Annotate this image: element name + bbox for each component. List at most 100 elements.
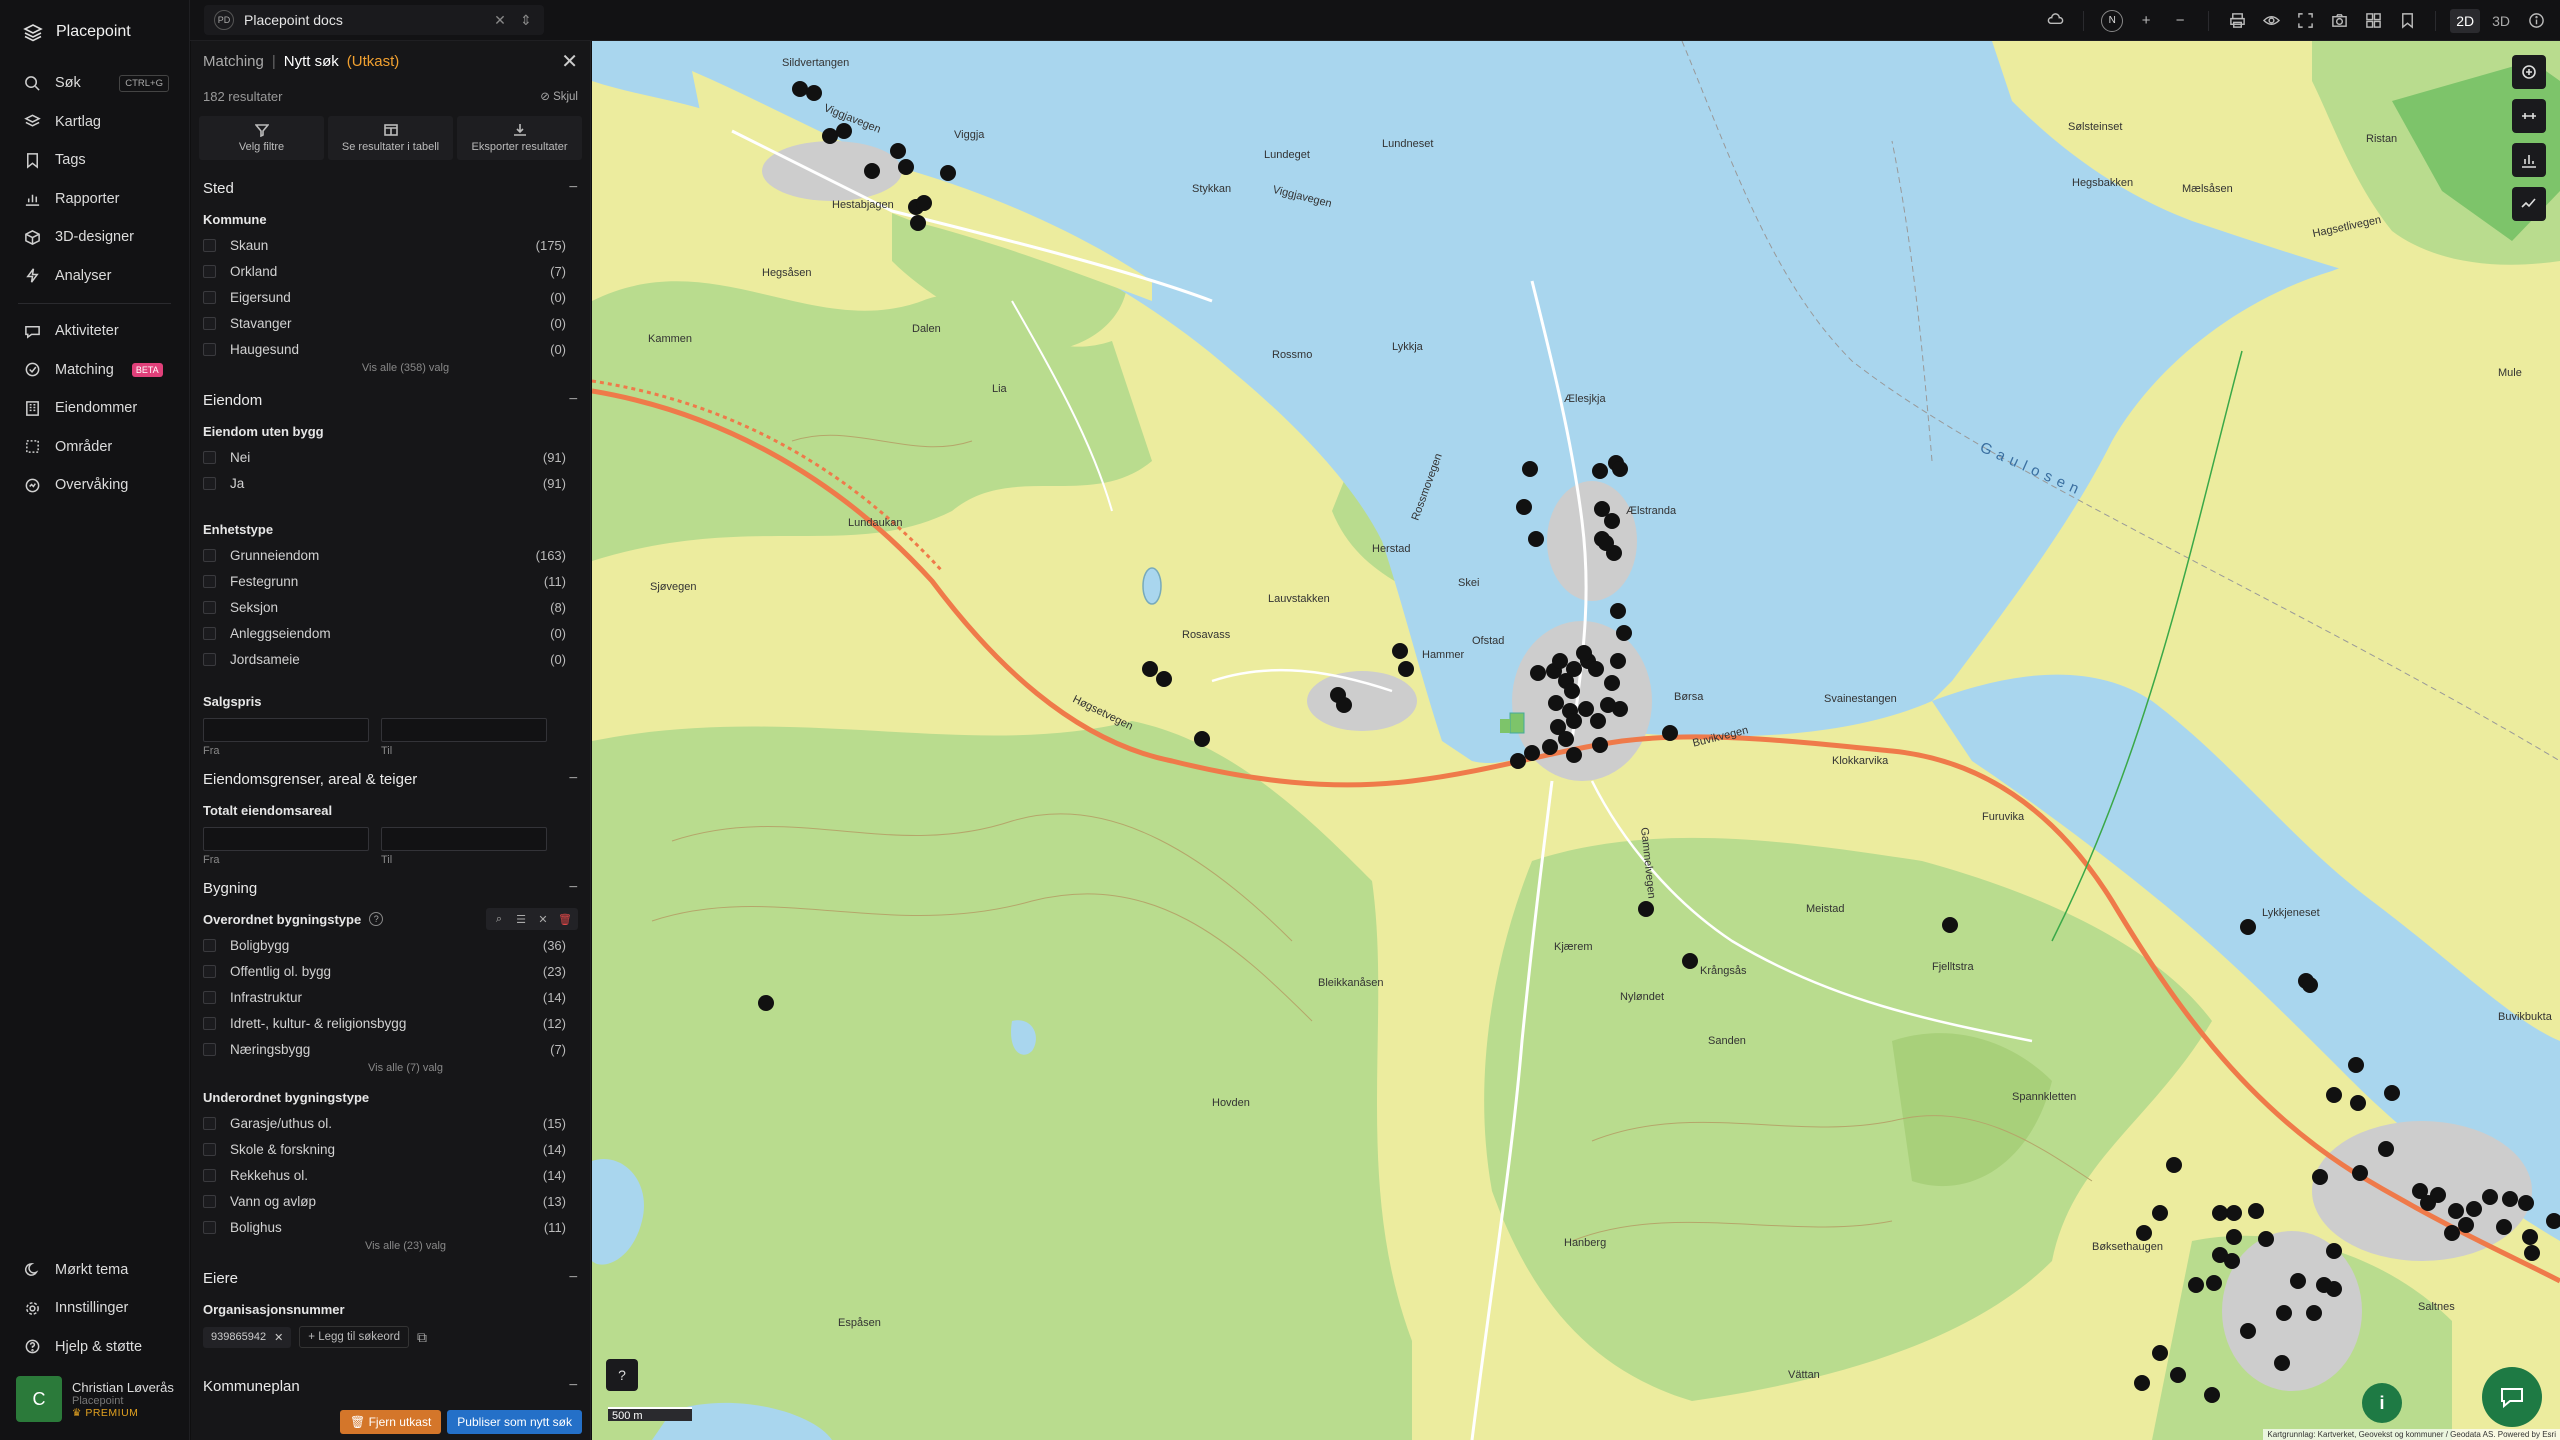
nav-item-rapporter[interactable]: Rapporter: [0, 180, 189, 219]
result-marker[interactable]: [1548, 695, 1564, 711]
result-marker[interactable]: [2444, 1225, 2460, 1241]
org-chip[interactable]: 939865942 ✕: [203, 1326, 292, 1348]
section-kommuneplan[interactable]: Kommuneplan −: [191, 1368, 590, 1404]
result-marker[interactable]: [1558, 731, 1574, 747]
result-marker[interactable]: [2378, 1141, 2394, 1157]
collapse-icon[interactable]: −: [569, 179, 578, 197]
result-marker[interactable]: [2166, 1157, 2182, 1173]
section-eiere[interactable]: Eiere −: [191, 1260, 590, 1296]
result-marker[interactable]: [898, 159, 914, 175]
checkbox[interactable]: [203, 290, 216, 304]
result-marker[interactable]: [1592, 737, 1608, 753]
result-marker[interactable]: [1662, 725, 1678, 741]
checkbox[interactable]: [203, 938, 216, 952]
option-festegrunn[interactable]: Festegrunn (11): [191, 568, 590, 594]
brand[interactable]: Placepoint: [0, 0, 189, 64]
result-marker[interactable]: [1566, 713, 1582, 729]
checkbox[interactable]: [203, 964, 216, 978]
result-marker[interactable]: [2136, 1225, 2152, 1241]
option-rekkehus[interactable]: Rekkehus ol. (14): [191, 1162, 590, 1188]
result-marker[interactable]: [1392, 643, 1408, 659]
result-marker[interactable]: [2518, 1195, 2534, 1211]
select-filters-button[interactable]: Velg filtre: [199, 116, 324, 160]
section-eiendom[interactable]: Eiendom −: [191, 382, 590, 418]
clear-icon[interactable]: ✕: [534, 910, 552, 928]
result-marker[interactable]: [2258, 1231, 2274, 1247]
checkbox[interactable]: [203, 342, 216, 356]
print-icon[interactable]: [2223, 7, 2251, 35]
option-garasje[interactable]: Garasje/uthus ol. (15): [191, 1110, 590, 1136]
option-naeringsbygg[interactable]: Næringsbygg (7): [191, 1036, 590, 1062]
result-marker[interactable]: [910, 215, 926, 231]
checkbox[interactable]: [203, 1016, 216, 1030]
result-marker[interactable]: [2482, 1189, 2498, 1205]
result-marker[interactable]: [1682, 953, 1698, 969]
areal-from-input[interactable]: [203, 827, 369, 851]
info-button[interactable]: i: [2362, 1383, 2402, 1423]
checkbox[interactable]: [203, 1168, 216, 1182]
result-marker[interactable]: [2348, 1057, 2364, 1073]
nav-item-help[interactable]: Hjelp & støtte: [0, 1328, 189, 1367]
option-seksjon[interactable]: Seksjon (8): [191, 594, 590, 620]
nav-item-analyser[interactable]: Analyser: [0, 257, 189, 296]
areal-to-input[interactable]: [381, 827, 547, 851]
collapse-icon[interactable]: −: [569, 770, 578, 788]
option-offentlig[interactable]: Offentlig ol. bygg (23): [191, 958, 590, 984]
nav-item-eiendommer[interactable]: Eiendommer: [0, 389, 189, 428]
section-eiendomsgrenser[interactable]: Eiendomsgrenser, areal & teiger −: [191, 761, 590, 797]
result-marker[interactable]: [1942, 917, 1958, 933]
result-marker[interactable]: [1598, 535, 1614, 551]
checkbox[interactable]: [203, 1116, 216, 1130]
section-bygning[interactable]: Bygning −: [191, 870, 590, 906]
help-icon[interactable]: ?: [369, 912, 384, 926]
result-marker[interactable]: [2312, 1169, 2328, 1185]
result-marker[interactable]: [890, 143, 906, 159]
chat-button[interactable]: [2482, 1367, 2542, 1427]
hide-button[interactable]: ⊘ Skjul: [540, 89, 578, 103]
section-sted[interactable]: Sted −: [191, 170, 590, 206]
close-icon[interactable]: ✕: [274, 1331, 283, 1344]
cloud-layers-icon[interactable]: [2041, 7, 2069, 35]
result-marker[interactable]: [1398, 661, 1414, 677]
trash-icon[interactable]: 🗑: [556, 910, 574, 928]
result-marker[interactable]: [2248, 1203, 2264, 1219]
add-keyword-button[interactable]: + Legg til søkeord: [299, 1326, 410, 1348]
result-marker[interactable]: [822, 128, 838, 144]
nav-item-matching[interactable]: Matching BETA: [0, 351, 189, 390]
result-marker[interactable]: [2306, 1305, 2322, 1321]
checkbox[interactable]: [203, 316, 216, 330]
option-eigersund[interactable]: Eigersund (0): [191, 284, 590, 310]
salgspris-from-input[interactable]: [203, 718, 369, 742]
result-marker[interactable]: [2448, 1203, 2464, 1219]
result-marker[interactable]: [1590, 713, 1606, 729]
result-marker[interactable]: [1528, 531, 1544, 547]
option-vann[interactable]: Vann og avløp (13): [191, 1188, 590, 1214]
result-marker[interactable]: [1564, 683, 1580, 699]
result-marker[interactable]: [2326, 1243, 2342, 1259]
nav-item-dark-theme[interactable]: Mørkt tema: [0, 1251, 189, 1290]
result-marker[interactable]: [2302, 977, 2318, 993]
result-marker[interactable]: [2430, 1187, 2446, 1203]
result-marker[interactable]: [1610, 603, 1626, 619]
result-marker[interactable]: [2276, 1305, 2292, 1321]
result-marker[interactable]: [836, 123, 852, 139]
result-marker[interactable]: [758, 995, 774, 1011]
result-marker[interactable]: [2206, 1275, 2222, 1291]
result-marker[interactable]: [2152, 1205, 2168, 1221]
search-icon[interactable]: ⌕: [490, 910, 508, 928]
checkbox[interactable]: [203, 1194, 216, 1208]
salgspris-to-input[interactable]: [381, 718, 547, 742]
result-marker[interactable]: [792, 81, 808, 97]
user-profile[interactable]: C Christian Løverås Placepoint ♛ PREMIUM: [16, 1376, 177, 1422]
checkbox[interactable]: [203, 990, 216, 1004]
collapse-icon[interactable]: −: [569, 391, 578, 409]
result-marker[interactable]: [2212, 1205, 2228, 1221]
result-marker[interactable]: [1522, 461, 1538, 477]
measure-button[interactable]: [2512, 99, 2546, 133]
publish-search-button[interactable]: Publiser som nytt søk: [447, 1410, 582, 1434]
result-marker[interactable]: [1616, 625, 1632, 641]
option-anleggseiendom[interactable]: Anleggseiendom (0): [191, 620, 590, 646]
checkbox[interactable]: [203, 238, 216, 252]
result-marker[interactable]: [1552, 653, 1568, 669]
checkbox[interactable]: [203, 476, 216, 490]
